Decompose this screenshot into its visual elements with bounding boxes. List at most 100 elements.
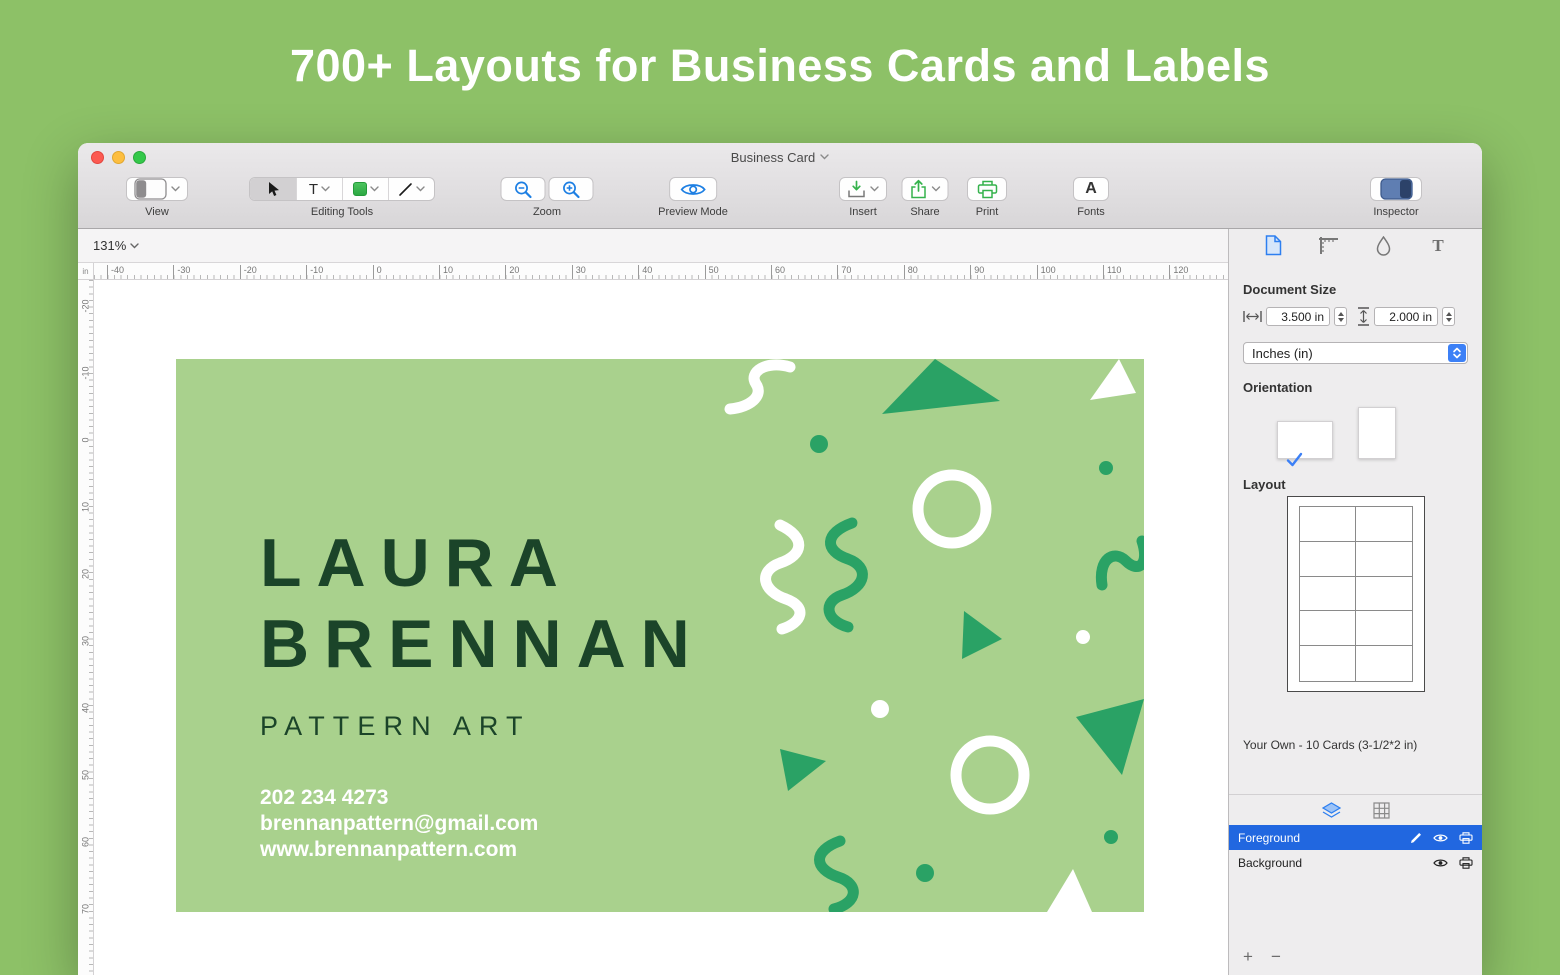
window-title[interactable]: Business Card: [731, 150, 830, 165]
inspector-tabs: T: [1229, 229, 1482, 262]
traffic-lights: [91, 143, 146, 171]
orientation-landscape-option[interactable]: [1277, 421, 1333, 459]
printer-icon[interactable]: [1459, 857, 1473, 869]
printer-icon: [977, 180, 998, 199]
window-chrome: Business Card View: [78, 143, 1482, 229]
text-tool-button[interactable]: T: [296, 178, 342, 200]
height-stepper[interactable]: [1442, 307, 1455, 326]
toolbar-group-inspector: Inspector: [1370, 176, 1422, 218]
close-window-button[interactable]: [91, 151, 104, 164]
zoom-level-dropdown[interactable]: 131%: [93, 238, 139, 253]
inspector-icon: [1380, 178, 1413, 200]
dropdown-arrows-icon: [1448, 344, 1466, 362]
eye-icon[interactable]: [1433, 858, 1448, 868]
layer-name: Background: [1238, 856, 1433, 870]
toolbar-group-print: Print: [967, 176, 1007, 218]
document-icon: [1265, 235, 1282, 256]
view-button[interactable]: [126, 177, 188, 201]
zoom-out-button[interactable]: [501, 177, 546, 201]
h-ruler-tick: 50: [705, 265, 719, 279]
add-button[interactable]: +: [1243, 948, 1253, 965]
h-ruler-tick: -30: [173, 265, 190, 279]
decor-triangles: [780, 359, 1144, 912]
select-tool-button[interactable]: [250, 178, 296, 200]
chevron-down-icon: [171, 186, 180, 192]
width-field[interactable]: 3.500 in: [1266, 307, 1330, 326]
toolbar-group-zoom: Zoom: [501, 176, 594, 218]
pencil-icon[interactable]: [1410, 832, 1422, 844]
ruler-row: in -40-30-20-100102030405060708090100110…: [78, 263, 1228, 280]
shape-tool-button[interactable]: [342, 178, 388, 200]
decor-circles: [810, 435, 1118, 882]
layout-cell: [1300, 611, 1356, 646]
inspector-body: Document Size 3.500 in 2.000 in Inches (…: [1229, 262, 1482, 752]
eye-icon[interactable]: [1433, 833, 1448, 843]
fonts-icon: A: [1085, 180, 1097, 198]
v-ruler-tick: 40: [81, 701, 91, 716]
layout-cell: [1356, 611, 1412, 646]
card-name-line1: LAURA: [260, 523, 705, 604]
zoom-level-value: 131%: [93, 238, 126, 253]
toolbar-label-zoom: Zoom: [533, 206, 561, 218]
chevron-down-icon: [130, 243, 139, 249]
layer-row-background[interactable]: Background: [1229, 850, 1482, 875]
window-title-text: Business Card: [731, 150, 816, 165]
chevron-down-icon: [416, 186, 425, 192]
v-ruler-tick: 70: [81, 902, 91, 917]
orientation-portrait-option[interactable]: [1358, 407, 1396, 459]
grid-view-button[interactable]: [1373, 802, 1390, 819]
chevron-down-icon: [820, 154, 829, 160]
layer-name: Foreground: [1238, 831, 1410, 845]
fullscreen-window-button[interactable]: [133, 151, 146, 164]
inspector-button[interactable]: [1370, 177, 1422, 201]
fonts-button[interactable]: A: [1073, 177, 1109, 201]
toolbar-group-share: Share: [902, 176, 949, 218]
card-name: LAURA BRENNAN: [260, 523, 705, 685]
h-ruler-tick: 110: [1103, 265, 1121, 279]
width-stepper[interactable]: [1334, 307, 1347, 326]
text-tab-icon: T: [1432, 236, 1443, 256]
preview-mode-button[interactable]: [669, 177, 717, 201]
h-ruler-tick: -10: [306, 265, 323, 279]
v-ruler-tick: 10: [81, 500, 91, 515]
units-dropdown[interactable]: Inches (in): [1243, 342, 1468, 364]
layout-preview[interactable]: [1287, 496, 1425, 692]
layers-view-button[interactable]: [1322, 802, 1341, 819]
toolbar-label-fonts: Fonts: [1077, 206, 1105, 218]
h-ruler-tick: 100: [1037, 265, 1056, 279]
h-ruler-tick: -20: [240, 265, 257, 279]
toolbar-group-editing-tools: T Editing Tools: [249, 176, 435, 218]
tab-appearance[interactable]: [1372, 235, 1394, 257]
h-ruler-tick: 60: [771, 265, 785, 279]
line-tool-button[interactable]: [388, 178, 434, 200]
layout-cell: [1300, 542, 1356, 577]
line-tool-icon: [398, 182, 413, 197]
share-button[interactable]: [902, 177, 949, 201]
zoom-in-button[interactable]: [549, 177, 594, 201]
decor-squiggles: [730, 365, 1144, 909]
insert-button[interactable]: [839, 177, 887, 201]
minimize-window-button[interactable]: [112, 151, 125, 164]
ruler-unit: in: [78, 263, 94, 279]
canvas[interactable]: -20-10010203040506070: [78, 280, 1228, 975]
card-website: www.brennanpattern.com: [260, 837, 538, 863]
toolbar-label-inspector: Inspector: [1373, 206, 1418, 218]
ruler-square-icon: [1318, 236, 1339, 255]
printer-icon[interactable]: [1459, 832, 1473, 844]
tab-text[interactable]: T: [1427, 235, 1449, 257]
business-card[interactable]: LAURA BRENNAN PATTERN ART 202 234 4273 b…: [176, 359, 1144, 912]
insert-icon: [847, 180, 866, 199]
layers-icon: [1322, 802, 1341, 819]
card-subtitle: PATTERN ART: [260, 711, 531, 742]
layer-row-foreground[interactable]: Foreground: [1229, 825, 1482, 850]
height-field[interactable]: 2.000 in: [1374, 307, 1438, 326]
toolbar-label-share: Share: [910, 206, 939, 218]
v-ruler-tick: 60: [81, 835, 91, 850]
tab-margins[interactable]: [1317, 235, 1339, 257]
grid-icon: [1373, 802, 1390, 819]
toolbar-label-print: Print: [976, 206, 999, 218]
tab-document[interactable]: [1262, 235, 1284, 257]
v-ruler-tick: 50: [81, 768, 91, 783]
print-button[interactable]: [967, 177, 1007, 201]
remove-button[interactable]: −: [1271, 948, 1281, 965]
